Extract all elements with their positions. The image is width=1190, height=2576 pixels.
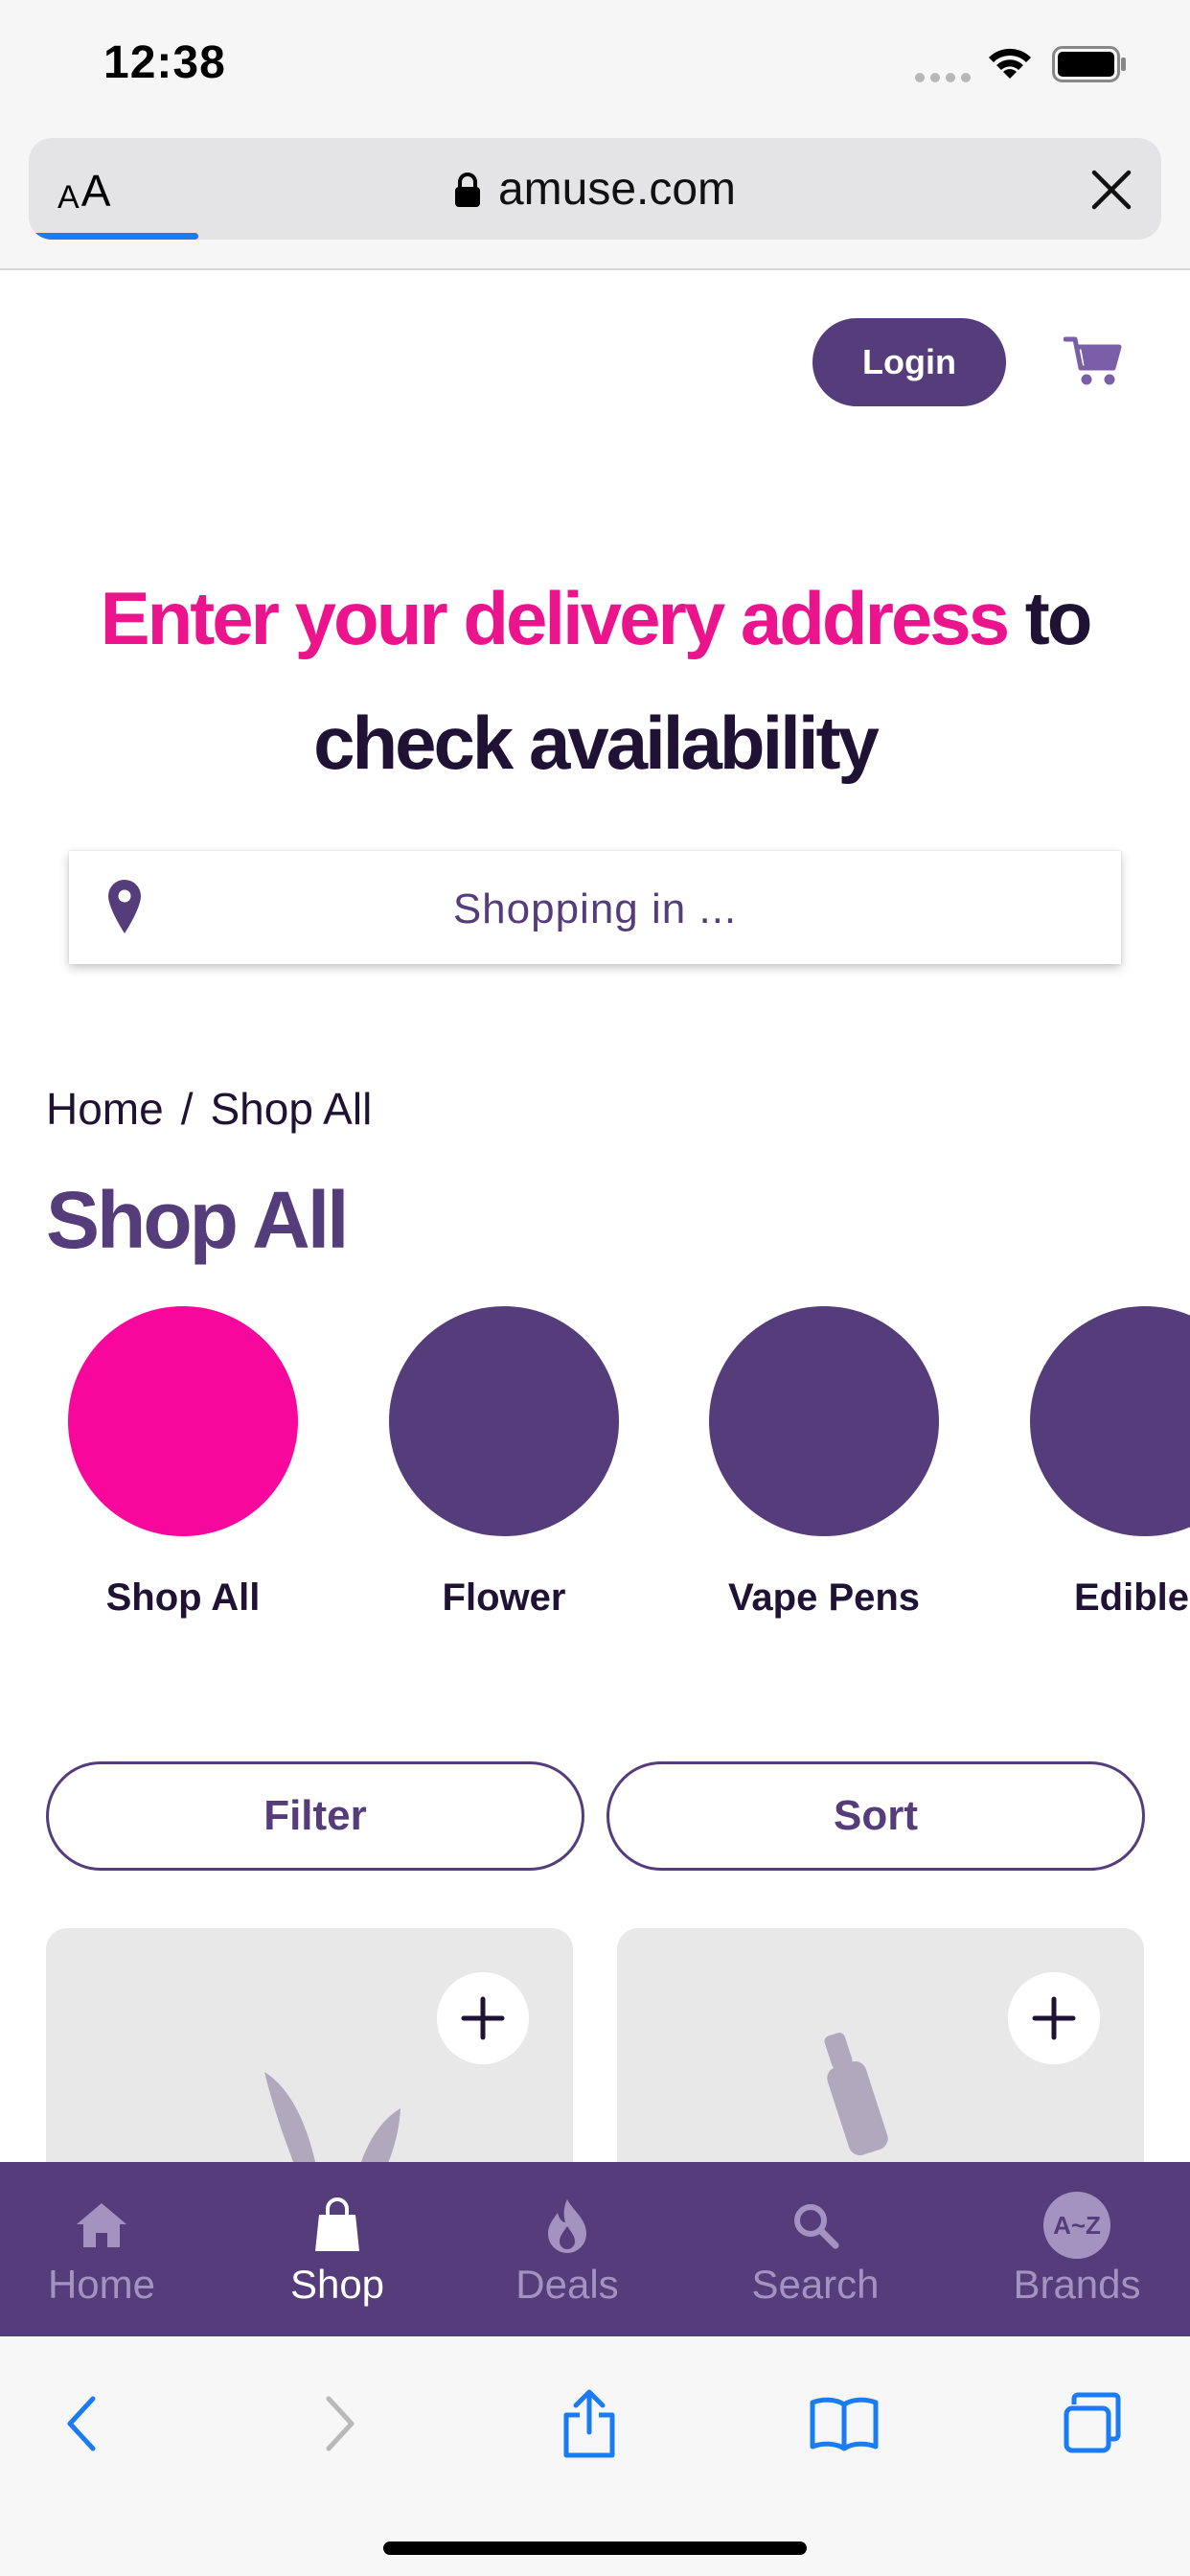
home-indicator xyxy=(383,2542,807,2555)
url-bar[interactable]: A A amuse.com xyxy=(29,138,1161,240)
breadcrumb-current: Shop All xyxy=(210,1084,373,1134)
category-edibles-image xyxy=(1030,1306,1190,1536)
bottom-tab-bar: Home Shop Deals Search A~Z Brands xyxy=(0,2162,1190,2336)
tabs-button[interactable] xyxy=(1050,2380,1136,2467)
breadcrumb-home[interactable]: Home xyxy=(46,1084,164,1134)
close-icon[interactable] xyxy=(1088,167,1134,213)
cellular-signal-icon xyxy=(915,73,971,82)
status-bar: 12:38 xyxy=(0,0,1190,134)
filter-button[interactable]: Filter xyxy=(46,1761,584,1871)
chevron-right-icon xyxy=(326,2396,355,2451)
category-label: Flower xyxy=(442,1576,566,1619)
lock-icon xyxy=(454,172,480,207)
status-time: 12:38 xyxy=(103,37,226,88)
category-edibles[interactable]: Edibles xyxy=(1030,1306,1190,1620)
hero-title-accent: Enter your delivery address xyxy=(100,576,1010,660)
tab-home[interactable]: Home xyxy=(34,2162,169,2336)
tab-label: Search xyxy=(751,2262,880,2307)
search-icon xyxy=(794,2204,839,2249)
plus-icon xyxy=(461,1996,505,2040)
hero-title-line-2: check availability xyxy=(313,701,880,785)
tab-label: Brands xyxy=(1013,2262,1141,2307)
home-icon xyxy=(77,2203,126,2247)
safari-toolbar xyxy=(0,2336,1190,2576)
plus-icon xyxy=(1032,1996,1076,2040)
category-label: Shop All xyxy=(105,1576,261,1619)
category-vape-pens-image xyxy=(709,1306,939,1536)
tab-search[interactable]: Search xyxy=(739,2162,892,2336)
add-to-cart-button[interactable] xyxy=(437,1972,529,2064)
tab-label: Shop xyxy=(289,2262,385,2307)
browser-address-area: A A amuse.com xyxy=(0,134,1190,270)
flame-icon xyxy=(548,2199,586,2253)
tab-label: Deals xyxy=(515,2262,619,2307)
url-text: amuse.com xyxy=(497,164,737,215)
category-flower-image xyxy=(389,1306,619,1536)
tab-deals[interactable]: Deals xyxy=(500,2162,634,2336)
category-shop-all[interactable]: Shop All xyxy=(68,1306,298,1620)
breadcrumb: Home / Shop All xyxy=(46,1083,372,1135)
tab-shop[interactable]: Shop xyxy=(270,2162,404,2336)
share-icon xyxy=(563,2389,615,2458)
page-load-progress xyxy=(29,233,199,240)
forward-button[interactable] xyxy=(297,2380,383,2467)
bookmarks-button[interactable] xyxy=(801,2380,887,2467)
hero-title: Enter your delivery address to check ava… xyxy=(57,556,1133,805)
share-button[interactable] xyxy=(546,2380,632,2467)
cart-icon[interactable] xyxy=(1064,334,1125,389)
brands-badge-icon: A~Z xyxy=(1043,2192,1110,2259)
chevron-left-icon xyxy=(67,2396,96,2451)
tab-label: Home xyxy=(47,2262,156,2307)
sort-button[interactable]: Sort xyxy=(606,1761,1145,1871)
back-button[interactable] xyxy=(38,2380,125,2467)
category-label: Edibles xyxy=(1074,1576,1190,1619)
delivery-address-input[interactable]: Shopping in ... xyxy=(69,851,1121,964)
add-to-cart-button[interactable] xyxy=(1008,1972,1100,2064)
wifi-icon xyxy=(989,48,1031,79)
hero-title-rest: to xyxy=(1007,576,1093,660)
category-shop-all-image xyxy=(68,1306,298,1536)
book-icon xyxy=(810,2397,879,2451)
tab-brands[interactable]: A~Z Brands xyxy=(1002,2162,1152,2336)
address-placeholder: Shopping in ... xyxy=(452,886,738,932)
breadcrumb-separator: / xyxy=(180,1084,194,1134)
login-button[interactable]: Login xyxy=(812,318,1006,406)
category-flower[interactable]: Flower xyxy=(389,1306,619,1620)
shopping-bag-icon xyxy=(315,2197,359,2251)
tabs-icon xyxy=(1064,2392,1121,2453)
battery-icon xyxy=(1052,46,1126,82)
page-title: Shop All xyxy=(46,1175,350,1265)
category-label: Vape Pens xyxy=(727,1576,921,1619)
category-vape-pens[interactable]: Vape Pens xyxy=(709,1306,939,1620)
